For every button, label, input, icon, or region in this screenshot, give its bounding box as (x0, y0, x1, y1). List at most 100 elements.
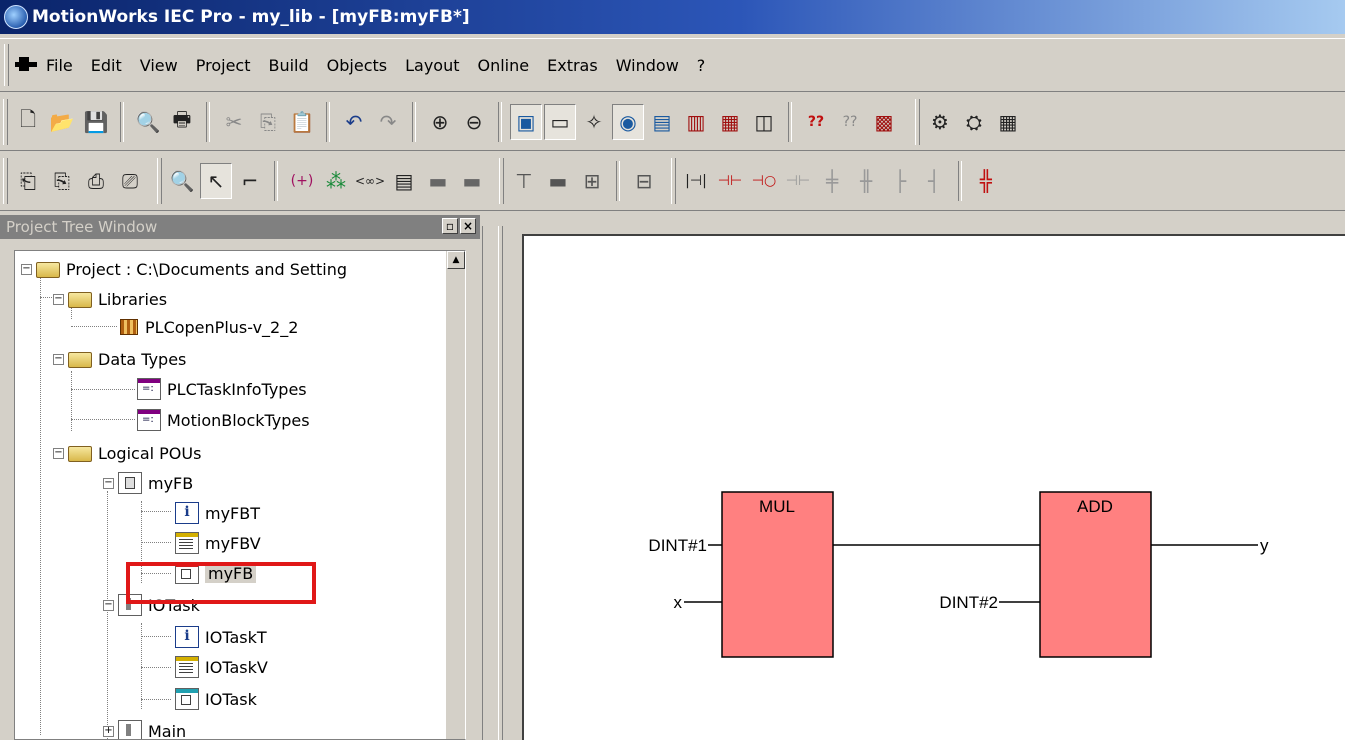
tree-vertical-scrollbar[interactable]: ▲ (446, 251, 465, 739)
menu-window[interactable]: Window (613, 54, 682, 77)
toolbar-grip[interactable] (915, 98, 920, 145)
tree-node-project[interactable]: − Project : C:\Documents and Setting (21, 255, 347, 283)
cross-reference-icon[interactable]: ▦ (714, 104, 746, 140)
scroll-up-icon[interactable]: ▲ (447, 251, 465, 269)
output-var-y[interactable]: y (1260, 536, 1269, 555)
collapse-icon[interactable]: − (103, 477, 114, 489)
expand-icon[interactable]: + (103, 725, 114, 737)
edit-wizard-icon[interactable]: ▩ (868, 104, 900, 140)
ld-no-contact-icon[interactable]: ⊣⊢ (714, 163, 746, 199)
menu-objects[interactable]: Objects (324, 54, 390, 77)
tree-node-myfbv[interactable]: myFBV (175, 529, 261, 557)
pointer-icon[interactable]: ↖ (200, 162, 232, 199)
ld-branch-2-icon[interactable]: ╫ (850, 163, 882, 199)
tree-node-myfb[interactable]: − myFB (103, 469, 193, 497)
menu-build[interactable]: Build (265, 54, 311, 77)
undo-icon[interactable]: ↶ (338, 104, 370, 140)
document-icon[interactable] (15, 54, 39, 76)
tree-node-datatypes[interactable]: − Data Types (53, 345, 186, 373)
motionworks-logo-icon[interactable] (4, 5, 28, 29)
tree-node-motionblocktypes[interactable]: MotionBlockTypes (137, 406, 310, 434)
fbd-editor[interactable]: MUL ADD DINT#1 x DINT#2 y (522, 234, 1345, 740)
mul-block[interactable] (721, 491, 834, 658)
menu-layout[interactable]: Layout (402, 54, 462, 77)
collapse-icon[interactable]: − (21, 263, 32, 275)
save-icon[interactable]: 💾 (80, 104, 112, 140)
tree-node-iotask[interactable]: − IOTask (103, 591, 200, 619)
menu-help[interactable]: ? (694, 54, 709, 77)
ld-coil-icon[interactable]: ⊣○ (748, 163, 780, 199)
insert-fb-icon[interactable]: ⎗ (12, 163, 44, 199)
tree-node-iotaskt[interactable]: i IOTaskT (175, 623, 267, 651)
menu-online[interactable]: Online (475, 54, 533, 77)
toolbar-grip[interactable] (157, 157, 162, 204)
online-icon[interactable]: ◉ (612, 103, 644, 140)
add-input-icon[interactable]: ▬ (422, 163, 454, 199)
watch-icon[interactable]: ▤ (646, 104, 678, 140)
library-icon[interactable]: ◫ (748, 104, 780, 140)
input-const-2[interactable]: DINT#2 (939, 593, 998, 612)
ld-nc-contact-icon[interactable]: ⊣⊢ (782, 163, 814, 199)
insert-fb-3-icon[interactable]: ⎙ (80, 163, 112, 199)
insert-pou-icon[interactable]: ▤ (388, 163, 420, 199)
menu-file[interactable]: File (43, 54, 76, 77)
project-tree-header[interactable]: Project Tree Window ▫ × (0, 215, 480, 239)
redo-icon[interactable]: ↷ (372, 104, 404, 140)
tree-node-myfb-code[interactable]: myFB (175, 559, 257, 587)
menu-project[interactable]: Project (193, 54, 254, 77)
toolbar-grip[interactable] (3, 157, 8, 204)
logic-analyzer-icon[interactable]: ▥ (680, 104, 712, 140)
ld-rail-icon[interactable]: ┤ (918, 163, 950, 199)
label-icon[interactable]: ⊞ (576, 163, 608, 199)
paste-icon[interactable]: 📋 (286, 104, 318, 140)
project-tree-icon[interactable]: ▣ (510, 103, 542, 140)
tree-node-logicalpous[interactable]: − Logical POUs (53, 439, 201, 467)
copy-icon[interactable]: ⎘ (252, 104, 284, 140)
insert-fb-2-icon[interactable]: ⎘ (46, 163, 78, 199)
zoom-out-icon[interactable]: ⊖ (458, 104, 490, 140)
collapse-icon[interactable]: − (53, 353, 64, 365)
resources-icon[interactable]: ▦ (992, 104, 1024, 140)
project-tree[interactable]: − Project : C:\Documents and Setting − L… (14, 250, 466, 740)
insert-fb-4-icon[interactable]: ⎚ (114, 163, 146, 199)
toolbar-grip[interactable] (499, 157, 504, 204)
menu-extras[interactable]: Extras (544, 54, 601, 77)
ld-extra-icon[interactable]: ╬ (970, 163, 1002, 199)
tree-node-plctaskinfotypes[interactable]: PLCTaskInfoTypes (137, 375, 307, 403)
toolbar-grip[interactable] (3, 98, 8, 145)
negate-icon[interactable]: ⁂ (320, 163, 352, 199)
menu-edit[interactable]: Edit (88, 54, 125, 77)
contact-icon[interactable]: |⊣| (680, 163, 712, 199)
comment-icon[interactable]: ⊟ (628, 163, 660, 199)
tree-node-plcopen[interactable]: PLCopenPlus-v_2_2 (117, 313, 298, 341)
connector-icon[interactable]: <∞> (354, 163, 386, 199)
compile-icon[interactable]: ⚙ (924, 104, 956, 140)
new-icon[interactable]: 🗋 (12, 104, 44, 140)
collapse-icon[interactable]: − (53, 447, 64, 459)
context-help-icon[interactable]: ?? (834, 104, 866, 140)
find-icon[interactable]: 🔍 (166, 163, 198, 199)
return-icon[interactable]: ▬ (542, 163, 574, 199)
add-output-icon[interactable]: ▬ (456, 163, 488, 199)
input-const-1[interactable]: DINT#1 (648, 536, 707, 555)
jump-icon[interactable]: ⊤ (508, 163, 540, 199)
maximize-icon[interactable]: ▫ (442, 218, 458, 234)
collapse-icon[interactable]: − (103, 599, 114, 611)
wizard-icon[interactable]: ✧ (578, 104, 610, 140)
tree-node-main[interactable]: + Main (103, 717, 186, 739)
variable-icon[interactable]: (+) (286, 163, 318, 199)
add-block[interactable] (1039, 491, 1152, 658)
connect-line-icon[interactable]: ⌐ (234, 163, 266, 199)
zoom-in-icon[interactable]: ⊕ (424, 104, 456, 140)
help-icon[interactable]: ?? (800, 104, 832, 140)
input-var-x[interactable]: x (674, 593, 683, 612)
menubar-grip[interactable] (4, 44, 9, 86)
open-icon[interactable]: 📂 (46, 104, 78, 140)
pane-splitter[interactable] (480, 212, 520, 740)
collapse-icon[interactable]: − (53, 293, 64, 305)
ld-branch-icon[interactable]: ╪ (816, 163, 848, 199)
menu-view[interactable]: View (137, 54, 181, 77)
tree-node-iotaskv[interactable]: IOTaskV (175, 653, 268, 681)
make-icon[interactable]: ⛭ (958, 104, 990, 140)
toolbar-grip[interactable] (671, 157, 676, 204)
